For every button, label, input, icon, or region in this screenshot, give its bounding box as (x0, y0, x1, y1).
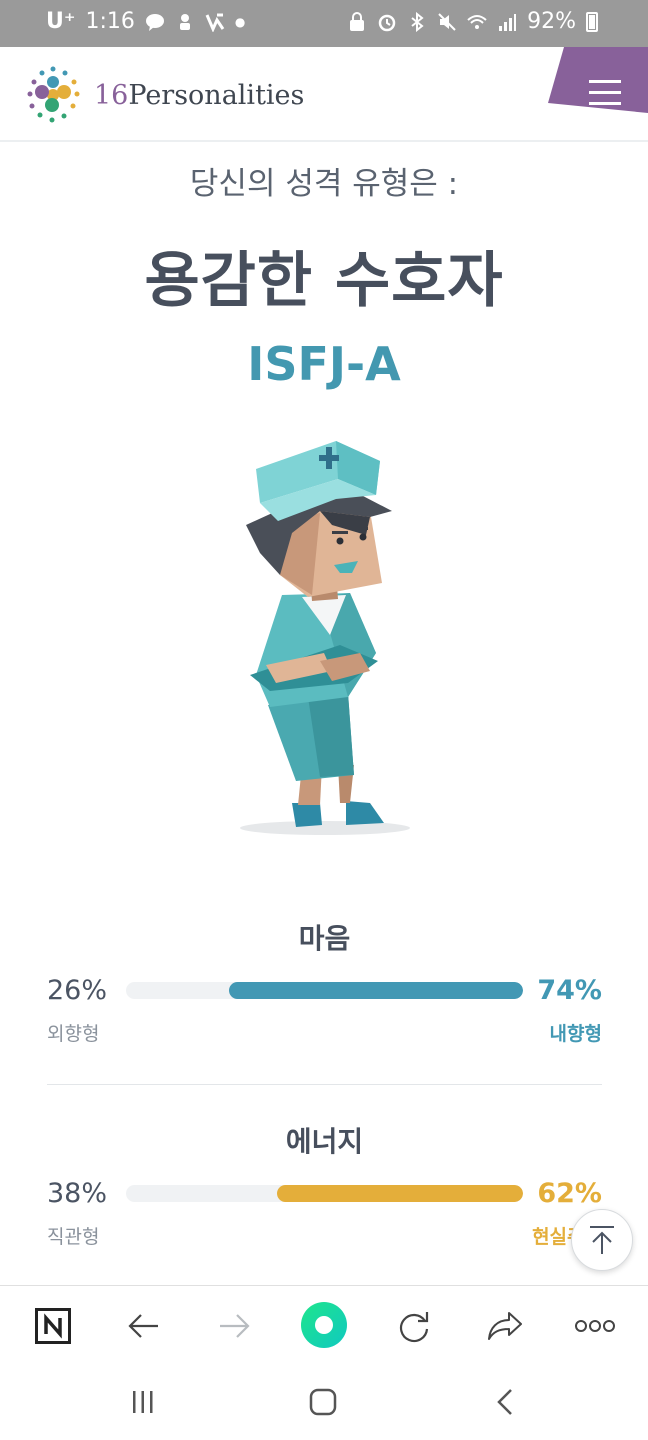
result-intro: 당신의 성격 유형은 : (189, 166, 459, 202)
trait-labels: 외향형 내향형 (47, 1019, 602, 1049)
back-button[interactable] (122, 1304, 166, 1348)
naver-n-icon (35, 1308, 71, 1344)
alarm-icon (378, 14, 396, 31)
site-header: 16Personalities (0, 47, 648, 142)
browser-toolbar (0, 1285, 648, 1368)
share-button[interactable] (483, 1304, 527, 1348)
system-navigation-bar (0, 1368, 648, 1440)
trait-bar-row: 26% 74% (47, 975, 602, 1015)
personality-type-name: 용감한 수호자 (144, 246, 504, 316)
trait-title: 마음 (298, 922, 351, 955)
trait-progress-bar (126, 982, 523, 999)
share-icon (488, 1312, 522, 1340)
trait-left-label: 직관형 (47, 1226, 100, 1248)
trait-right-percent: 74% (537, 975, 602, 1006)
wifi-icon (467, 14, 487, 29)
trait-labels: 직관형 현실주의 (47, 1222, 602, 1252)
scroll-to-top-button[interactable] (571, 1209, 633, 1271)
hamburger-icon (589, 80, 621, 105)
arrow-right-icon (220, 1314, 250, 1338)
trait-left-percent: 26% (47, 975, 108, 1006)
recent-apps-icon (133, 1391, 153, 1413)
reload-icon (399, 1312, 429, 1343)
logo-text: 16Personalities (94, 79, 305, 111)
trait-right-label: 내향형 (549, 1023, 602, 1045)
trait-energy: 에너지 38% 62% 직관형 현실주의 (47, 1120, 602, 1252)
chat-icon (145, 13, 164, 31)
trait-bar-row: 38% 62% (47, 1178, 602, 1218)
naver-home-button[interactable] (31, 1304, 75, 1348)
trait-mind: 마음 26% 74% 외향형 내향형 (47, 917, 602, 1049)
carrier-label: U⁺ (46, 9, 76, 34)
dot-icon: ● (234, 14, 246, 29)
chevron-left-icon (497, 1389, 512, 1415)
status-bar: U⁺ 1:16 ● 92% (0, 0, 648, 47)
personality-type-code: ISFJ-A (247, 337, 401, 391)
app-icon (205, 13, 225, 32)
clock: 1:16 (85, 9, 135, 34)
trait-progress-fill (276, 1185, 523, 1202)
trait-left-percent: 38% (47, 1178, 108, 1209)
arrow-up-icon (590, 1226, 614, 1254)
notification-icon (179, 13, 190, 30)
forward-button[interactable] (212, 1304, 256, 1348)
signal-icon (499, 13, 517, 31)
trait-progress-bar (126, 1185, 523, 1202)
nurse-character-illustration (240, 441, 410, 835)
site-logo[interactable]: 16Personalities (22, 64, 304, 126)
menu-button[interactable] (548, 47, 648, 113)
more-icon (575, 1320, 615, 1332)
green-dot-icon (301, 1302, 347, 1348)
system-back-button[interactable] (480, 1382, 530, 1422)
bluetooth-icon (411, 11, 424, 32)
green-dot-button[interactable] (299, 1300, 349, 1350)
battery-percent: 92% (527, 9, 576, 34)
recent-apps-button[interactable] (118, 1382, 168, 1422)
home-button[interactable] (298, 1382, 348, 1422)
trait-progress-fill (229, 982, 523, 999)
battery-icon (586, 11, 598, 32)
trait-right-percent: 62% (537, 1178, 602, 1209)
lock-icon (350, 11, 365, 31)
reload-button[interactable] (392, 1304, 436, 1348)
trait-left-label: 외향형 (47, 1023, 100, 1045)
logo-mark-icon (27, 66, 80, 123)
trait-divider (47, 1084, 602, 1085)
trait-title: 에너지 (285, 1125, 364, 1158)
mute-icon (438, 12, 456, 31)
home-icon (309, 1388, 337, 1416)
more-button[interactable] (573, 1304, 617, 1348)
arrow-left-icon (128, 1314, 158, 1338)
